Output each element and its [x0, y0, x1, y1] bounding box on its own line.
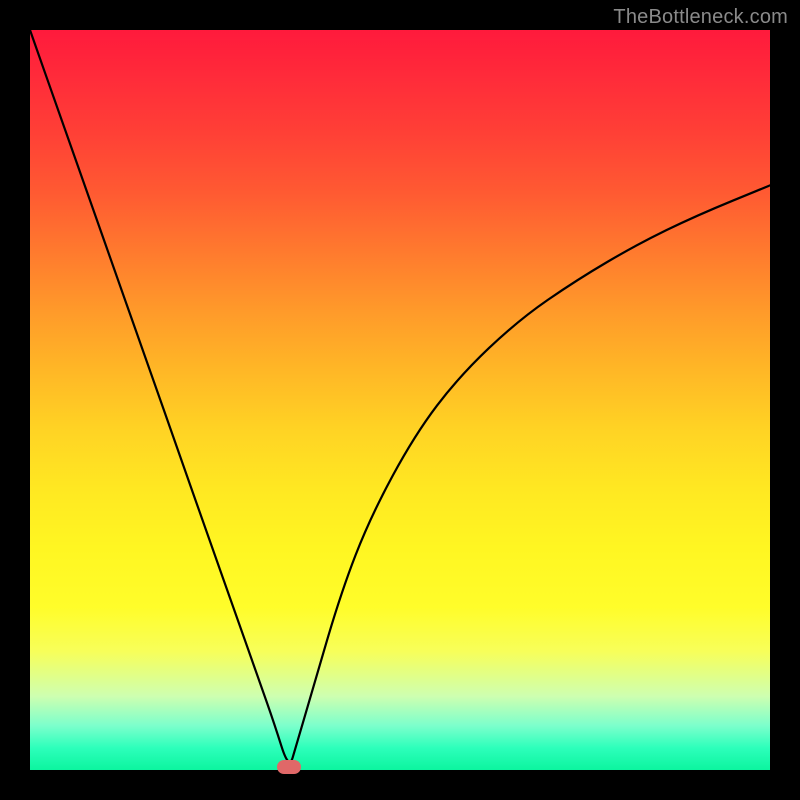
optimum-marker	[277, 760, 301, 774]
curve-path	[30, 30, 770, 762]
watermark-text: TheBottleneck.com	[613, 6, 788, 29]
plot-area	[30, 30, 770, 770]
bottleneck-curve	[30, 30, 770, 770]
chart-frame: TheBottleneck.com	[0, 0, 800, 800]
